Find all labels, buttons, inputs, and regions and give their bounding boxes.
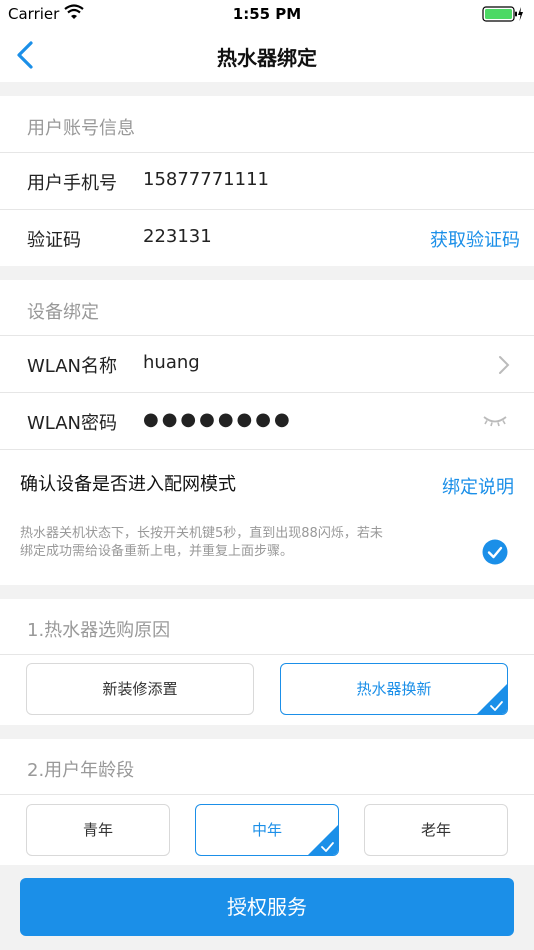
battery-icon: [482, 6, 524, 26]
phone-row: 用户手机号 15877771111: [0, 152, 534, 209]
age-option-middle[interactable]: 中年: [195, 804, 339, 856]
reason-option-replace-label: 热水器换新: [356, 680, 432, 698]
age-section-title: 2.用户年龄段: [27, 760, 135, 781]
account-section-title: 用户账号信息: [27, 118, 135, 139]
code-label: 验证码: [27, 230, 81, 251]
confirm-title: 确认设备是否进入配网模式: [20, 474, 236, 495]
code-input[interactable]: 223131: [143, 226, 212, 247]
reason-options: 新装修添置 热水器换新: [0, 654, 534, 725]
wlan-name-label: WLAN名称: [27, 356, 118, 377]
status-time: 1:55 PM: [232, 5, 302, 23]
wlan-password-input[interactable]: ●●●●●●●●: [143, 409, 293, 430]
confirm-block: 确认设备是否进入配网模式 绑定说明 热水器关机状态下，长按开关机键5秒，直到出现…: [0, 449, 534, 585]
reason-section: 1.热水器选购原因 新装修添置 热水器换新: [0, 599, 534, 725]
get-code-button[interactable]: 获取验证码: [430, 226, 520, 252]
age-options: 青年 中年 老年: [0, 794, 534, 865]
age-option-old[interactable]: 老年: [364, 804, 508, 856]
chevron-right-icon: [498, 355, 510, 379]
confirm-desc-line2: 绑定成功需给设备重新上电，并重复上面步骤。: [20, 544, 294, 559]
device-section-title: 设备绑定: [27, 302, 99, 323]
wlan-name-row[interactable]: WLAN名称 huang: [0, 335, 534, 392]
wlan-password-row: WLAN密码 ●●●●●●●●: [0, 392, 534, 449]
nav-bar: 热水器绑定: [0, 28, 534, 82]
reason-section-title: 1.热水器选购原因: [27, 620, 171, 641]
reason-option-new[interactable]: 新装修添置: [26, 663, 254, 715]
bind-help-link[interactable]: 绑定说明: [442, 473, 514, 499]
eye-closed-icon[interactable]: [482, 413, 508, 432]
reason-option-replace[interactable]: 热水器换新: [280, 663, 508, 715]
authorize-button[interactable]: 授权服务: [20, 878, 514, 936]
account-section: 用户账号信息 用户手机号 15877771111 验证码 223131 获取验证…: [0, 96, 534, 266]
age-option-middle-label: 中年: [251, 821, 282, 839]
page-title: 热水器绑定: [217, 46, 317, 70]
wlan-password-label: WLAN密码: [27, 413, 118, 434]
status-bar: Carrier 1:55 PM: [0, 0, 534, 28]
selected-corner-icon: [308, 825, 338, 855]
age-section: 2.用户年龄段 青年 中年 老年: [0, 739, 534, 865]
phone-input[interactable]: 15877771111: [143, 169, 269, 190]
age-option-young[interactable]: 青年: [26, 804, 170, 856]
code-row: 验证码 223131 获取验证码: [0, 209, 534, 266]
confirm-desc-line1: 热水器关机状态下，长按开关机键5秒，直到出现88闪烁，若未: [20, 526, 383, 541]
confirm-check-icon[interactable]: [482, 539, 508, 569]
phone-label: 用户手机号: [27, 173, 117, 194]
selected-corner-icon: [477, 684, 507, 714]
wlan-name-value: huang: [143, 352, 200, 373]
device-section: 设备绑定 WLAN名称 huang WLAN密码 ●●●●●●●● 确认设备是否…: [0, 280, 534, 585]
